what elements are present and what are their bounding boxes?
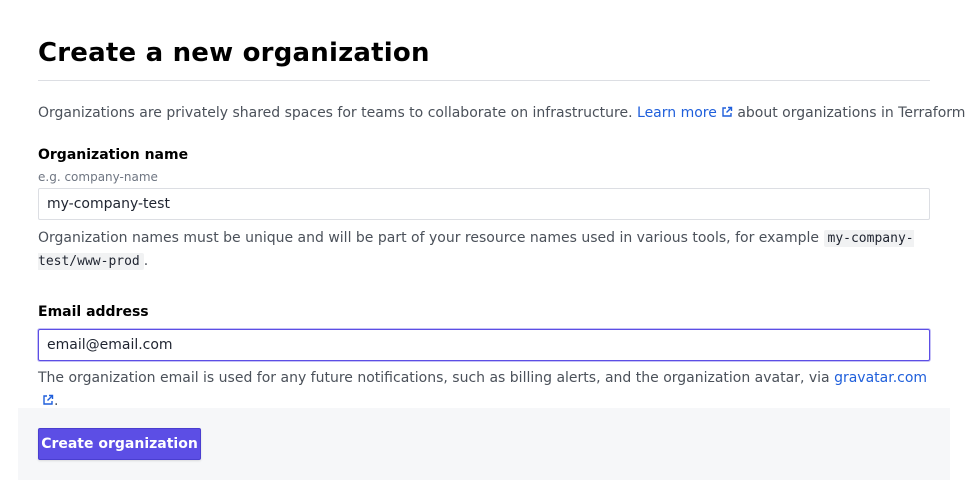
email-label: Email address bbox=[38, 304, 149, 320]
email-help: The organization email is used for any f… bbox=[38, 367, 930, 413]
org-name-input[interactable] bbox=[38, 188, 930, 220]
learn-more-label: Learn more bbox=[637, 105, 717, 121]
org-name-help: Organization names must be unique and wi… bbox=[38, 227, 930, 273]
external-link-icon bbox=[722, 106, 733, 117]
page-title: Create a new organization bbox=[38, 38, 430, 68]
email-help-end: . bbox=[54, 393, 59, 409]
org-name-help-end: . bbox=[143, 253, 149, 269]
external-link-icon bbox=[43, 394, 54, 405]
intro-text-after: about organizations in Terraform Cloud. bbox=[737, 105, 967, 121]
org-name-label: Organization name bbox=[38, 147, 189, 163]
intro-text-before: Organizations are privately shared space… bbox=[38, 105, 633, 121]
gravatar-link-label: gravatar.com bbox=[834, 370, 928, 386]
org-name-help-text: Organization names must be unique and wi… bbox=[38, 230, 820, 246]
create-organization-page: Create a new organization Organizations … bbox=[0, 0, 967, 489]
email-help-text: The organization email is used for any f… bbox=[38, 370, 830, 386]
email-input[interactable] bbox=[38, 329, 930, 361]
form-footer: Create organization bbox=[18, 408, 950, 480]
page-header: Create a new organization bbox=[38, 36, 930, 81]
intro-paragraph: Organizations are privately shared space… bbox=[38, 103, 967, 123]
org-name-hint: e.g. company-name bbox=[38, 170, 158, 184]
create-organization-button[interactable]: Create organization bbox=[38, 428, 201, 460]
learn-more-link[interactable]: Learn more bbox=[637, 105, 733, 121]
